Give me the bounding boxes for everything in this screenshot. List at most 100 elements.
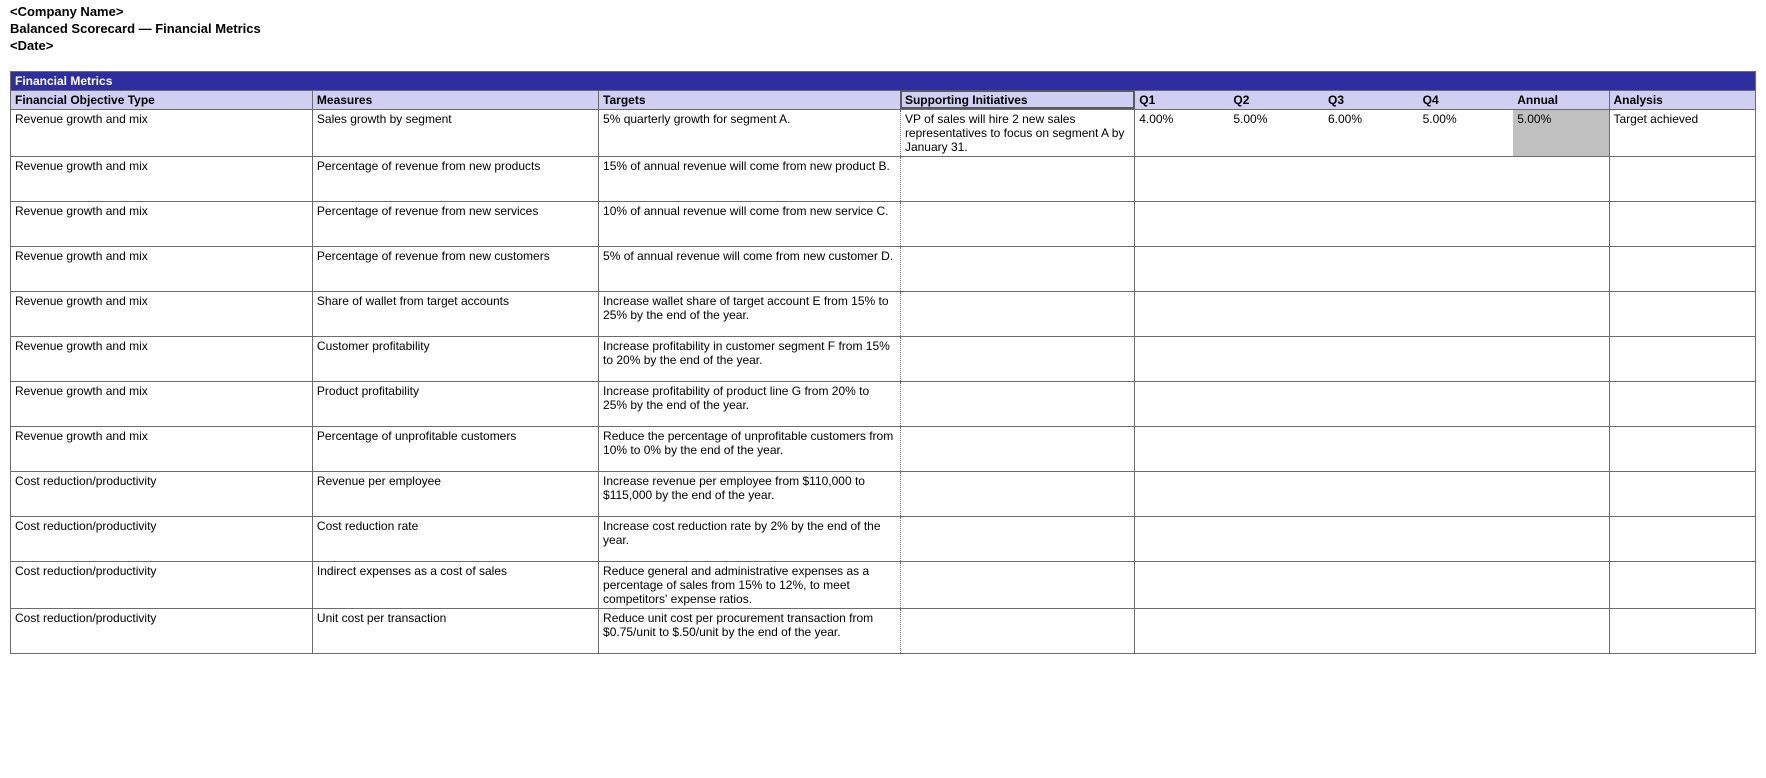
cell-support[interactable]: [900, 561, 1134, 608]
cell-q4[interactable]: [1419, 516, 1514, 561]
cell-objective[interactable]: Revenue growth and mix: [11, 109, 313, 156]
cell-q1[interactable]: [1135, 201, 1230, 246]
cell-annual[interactable]: [1513, 246, 1609, 291]
th-annual[interactable]: Annual: [1513, 90, 1609, 109]
cell-measures[interactable]: Percentage of revenue from new products: [312, 156, 598, 201]
cell-measures[interactable]: Product profitability: [312, 381, 598, 426]
cell-targets[interactable]: Reduce the percentage of unprofitable cu…: [599, 426, 901, 471]
cell-q3[interactable]: [1324, 156, 1419, 201]
cell-targets[interactable]: Increase profitability of product line G…: [599, 381, 901, 426]
cell-support[interactable]: [900, 608, 1134, 653]
cell-q1[interactable]: [1135, 516, 1230, 561]
cell-annual[interactable]: [1513, 291, 1609, 336]
cell-q2[interactable]: [1229, 516, 1324, 561]
cell-q1[interactable]: [1135, 561, 1230, 608]
cell-q1[interactable]: [1135, 156, 1230, 201]
cell-q2[interactable]: [1229, 246, 1324, 291]
cell-q2[interactable]: [1229, 426, 1324, 471]
cell-measures[interactable]: Indirect expenses as a cost of sales: [312, 561, 598, 608]
cell-q1[interactable]: 4.00%: [1135, 109, 1230, 156]
cell-objective[interactable]: Cost reduction/productivity: [11, 516, 313, 561]
cell-targets[interactable]: 15% of annual revenue will come from new…: [599, 156, 901, 201]
cell-support[interactable]: [900, 381, 1134, 426]
th-analysis[interactable]: Analysis: [1609, 90, 1756, 109]
cell-annual[interactable]: [1513, 471, 1609, 516]
cell-annual[interactable]: [1513, 201, 1609, 246]
th-q2[interactable]: Q2: [1229, 90, 1324, 109]
cell-q1[interactable]: [1135, 608, 1230, 653]
th-support[interactable]: Supporting Initiatives: [900, 90, 1134, 109]
cell-support[interactable]: [900, 426, 1134, 471]
cell-support[interactable]: [900, 336, 1134, 381]
cell-objective[interactable]: Cost reduction/productivity: [11, 608, 313, 653]
cell-targets[interactable]: Reduce general and administrative expens…: [599, 561, 901, 608]
cell-objective[interactable]: Cost reduction/productivity: [11, 471, 313, 516]
cell-targets[interactable]: Increase wallet share of target account …: [599, 291, 901, 336]
cell-q4[interactable]: [1419, 426, 1514, 471]
cell-analysis[interactable]: [1609, 291, 1756, 336]
cell-objective[interactable]: Cost reduction/productivity: [11, 561, 313, 608]
cell-objective[interactable]: Revenue growth and mix: [11, 291, 313, 336]
cell-q2[interactable]: [1229, 201, 1324, 246]
cell-q1[interactable]: [1135, 246, 1230, 291]
cell-q4[interactable]: [1419, 381, 1514, 426]
cell-q3[interactable]: [1324, 561, 1419, 608]
cell-objective[interactable]: Revenue growth and mix: [11, 201, 313, 246]
cell-support[interactable]: [900, 156, 1134, 201]
cell-support[interactable]: [900, 291, 1134, 336]
cell-q3[interactable]: [1324, 608, 1419, 653]
cell-measures[interactable]: Revenue per employee: [312, 471, 598, 516]
cell-q3[interactable]: [1324, 291, 1419, 336]
cell-objective[interactable]: Revenue growth and mix: [11, 426, 313, 471]
cell-q3[interactable]: [1324, 471, 1419, 516]
cell-analysis[interactable]: [1609, 516, 1756, 561]
cell-q4[interactable]: [1419, 201, 1514, 246]
cell-support[interactable]: [900, 516, 1134, 561]
cell-q2[interactable]: [1229, 336, 1324, 381]
cell-measures[interactable]: Cost reduction rate: [312, 516, 598, 561]
cell-analysis[interactable]: [1609, 608, 1756, 653]
cell-q4[interactable]: 5.00%: [1419, 109, 1514, 156]
cell-analysis[interactable]: [1609, 426, 1756, 471]
cell-q4[interactable]: [1419, 246, 1514, 291]
cell-q3[interactable]: [1324, 336, 1419, 381]
th-q3[interactable]: Q3: [1324, 90, 1419, 109]
cell-measures[interactable]: Percentage of revenue from new services: [312, 201, 598, 246]
cell-q3[interactable]: 6.00%: [1324, 109, 1419, 156]
cell-objective[interactable]: Revenue growth and mix: [11, 246, 313, 291]
cell-q2[interactable]: 5.00%: [1229, 109, 1324, 156]
cell-annual[interactable]: [1513, 426, 1609, 471]
cell-q4[interactable]: [1419, 561, 1514, 608]
cell-q4[interactable]: [1419, 471, 1514, 516]
cell-targets[interactable]: 5% of annual revenue will come from new …: [599, 246, 901, 291]
cell-q1[interactable]: [1135, 381, 1230, 426]
th-measures[interactable]: Measures: [312, 90, 598, 109]
cell-q1[interactable]: [1135, 471, 1230, 516]
cell-analysis[interactable]: [1609, 201, 1756, 246]
th-targets[interactable]: Targets: [599, 90, 901, 109]
cell-support[interactable]: [900, 246, 1134, 291]
cell-q4[interactable]: [1419, 608, 1514, 653]
cell-measures[interactable]: Customer profitability: [312, 336, 598, 381]
th-q4[interactable]: Q4: [1419, 90, 1514, 109]
cell-q2[interactable]: [1229, 561, 1324, 608]
cell-targets[interactable]: Increase revenue per employee from $110,…: [599, 471, 901, 516]
cell-measures[interactable]: Share of wallet from target accounts: [312, 291, 598, 336]
cell-q3[interactable]: [1324, 381, 1419, 426]
cell-support[interactable]: VP of sales will hire 2 new sales repres…: [900, 109, 1134, 156]
cell-q3[interactable]: [1324, 246, 1419, 291]
cell-support[interactable]: [900, 201, 1134, 246]
cell-analysis[interactable]: [1609, 561, 1756, 608]
cell-objective[interactable]: Revenue growth and mix: [11, 156, 313, 201]
th-objective[interactable]: Financial Objective Type: [11, 90, 313, 109]
cell-q1[interactable]: [1135, 426, 1230, 471]
cell-q1[interactable]: [1135, 336, 1230, 381]
cell-objective[interactable]: Revenue growth and mix: [11, 336, 313, 381]
cell-objective[interactable]: Revenue growth and mix: [11, 381, 313, 426]
cell-q4[interactable]: [1419, 156, 1514, 201]
cell-analysis[interactable]: [1609, 381, 1756, 426]
cell-targets[interactable]: Increase profitability in customer segme…: [599, 336, 901, 381]
cell-q3[interactable]: [1324, 426, 1419, 471]
cell-q2[interactable]: [1229, 381, 1324, 426]
cell-q2[interactable]: [1229, 608, 1324, 653]
